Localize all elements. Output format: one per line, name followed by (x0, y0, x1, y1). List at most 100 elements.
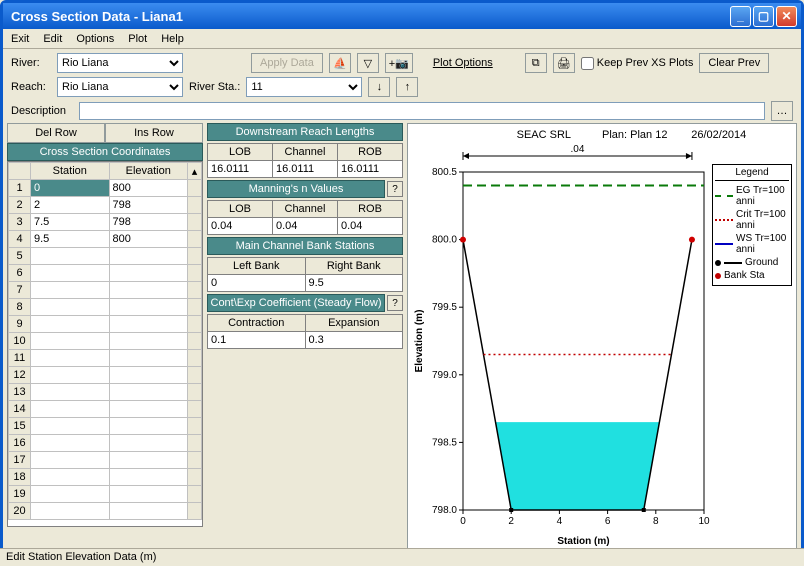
elevation-cell[interactable] (109, 469, 188, 486)
svg-text:6: 6 (605, 516, 611, 527)
elevation-cell[interactable]: 798 (109, 197, 188, 214)
arrow-down-button[interactable]: ↓ (368, 77, 390, 97)
station-cell[interactable] (31, 486, 110, 503)
station-cell[interactable]: 9.5 (31, 231, 110, 248)
svg-text:Station (m): Station (m) (557, 536, 609, 547)
svg-text:8: 8 (653, 516, 659, 527)
station-cell[interactable] (31, 367, 110, 384)
elevation-cell[interactable] (109, 418, 188, 435)
row-number: 3 (9, 214, 31, 231)
station-cell[interactable]: 0 (31, 180, 110, 197)
station-cell[interactable] (31, 316, 110, 333)
station-cell[interactable]: 2 (31, 197, 110, 214)
row-number: 13 (9, 384, 31, 401)
svg-text:Plan: Plan 12: Plan: Plan 12 (602, 129, 667, 141)
manning-help-icon[interactable]: ? (387, 181, 403, 197)
close-button[interactable]: ✕ (776, 6, 797, 27)
plot-options-link[interactable]: Plot Options (433, 57, 493, 69)
svg-text:10: 10 (698, 516, 710, 527)
ins-row-button[interactable]: Ins Row (105, 123, 203, 143)
row-number: 7 (9, 282, 31, 299)
clear-prev-button[interactable]: Clear Prev (699, 53, 769, 73)
coeff-help-icon[interactable]: ? (387, 295, 403, 311)
station-cell[interactable] (31, 469, 110, 486)
river-sta-label: River Sta.: (189, 81, 240, 93)
downstream-head: Downstream Reach Lengths (207, 123, 403, 141)
downstream-table[interactable]: LOB Channel ROB 16.0111 16.0111 16.0111 (207, 143, 403, 178)
elevation-cell[interactable] (109, 299, 188, 316)
left-column: Del Row Ins Row Cross Section Coordinate… (7, 123, 203, 551)
middle-column: Downstream Reach Lengths LOB Channel ROB… (207, 123, 403, 551)
manning-table[interactable]: LOB Channel ROB 0.04 0.04 0.04 (207, 200, 403, 235)
station-cell[interactable] (31, 333, 110, 350)
elevation-cell[interactable] (109, 316, 188, 333)
coeff-table[interactable]: Contraction Expansion 0.1 0.3 (207, 314, 403, 349)
row-number: 5 (9, 248, 31, 265)
menu-plot[interactable]: Plot (128, 33, 147, 45)
station-cell[interactable] (31, 299, 110, 316)
maximize-button[interactable]: ▢ (753, 6, 774, 27)
reach-combo[interactable]: Rio Liana (57, 77, 183, 97)
menu-options[interactable]: Options (76, 33, 114, 45)
elevation-cell[interactable] (109, 486, 188, 503)
bank-table[interactable]: Left Bank Right Bank 0 9.5 (207, 257, 403, 292)
legend: Legend EG Tr=100 anniCrit Tr=100 anniWS … (712, 164, 792, 286)
row-number: 19 (9, 486, 31, 503)
svg-text:2: 2 (508, 516, 514, 527)
elevation-cell[interactable]: 800 (109, 180, 188, 197)
legend-item: Bank Sta (715, 270, 789, 281)
description-input[interactable] (79, 102, 765, 120)
boat-icon[interactable]: ⛵ (329, 53, 351, 73)
river-combo[interactable]: Rio Liana (57, 53, 183, 73)
menu-exit[interactable]: Exit (11, 33, 29, 45)
keep-prev-check[interactable] (581, 57, 594, 70)
elevation-cell[interactable]: 798 (109, 214, 188, 231)
elevation-cell[interactable] (109, 384, 188, 401)
down-icon[interactable]: ▽ (357, 53, 379, 73)
coord-section-head: Cross Section Coordinates (7, 143, 203, 161)
elevation-cell[interactable] (109, 503, 188, 520)
station-cell[interactable] (31, 265, 110, 282)
row-number: 17 (9, 452, 31, 469)
apply-data-button[interactable]: Apply Data (251, 53, 323, 73)
minimize-button[interactable]: _ (730, 6, 751, 27)
row-number: 9 (9, 316, 31, 333)
station-cell[interactable] (31, 350, 110, 367)
station-cell[interactable] (31, 435, 110, 452)
row-buttons: Del Row Ins Row (7, 123, 203, 143)
station-cell[interactable] (31, 401, 110, 418)
chart-panel: SEAC SRLPlan: Plan 1226/02/2014798.0798.… (407, 123, 797, 551)
station-cell[interactable]: 7.5 (31, 214, 110, 231)
menu-edit[interactable]: Edit (43, 33, 62, 45)
keep-prev-checkbox[interactable]: Keep Prev XS Plots (581, 57, 694, 70)
station-cell[interactable] (31, 418, 110, 435)
row-number: 1 (9, 180, 31, 197)
station-cell[interactable] (31, 248, 110, 265)
station-cell[interactable] (31, 282, 110, 299)
river-sta-combo[interactable]: 11 (246, 77, 362, 97)
elevation-cell[interactable] (109, 248, 188, 265)
del-row-button[interactable]: Del Row (7, 123, 105, 143)
station-cell[interactable] (31, 503, 110, 520)
elevation-cell[interactable] (109, 282, 188, 299)
station-cell[interactable] (31, 384, 110, 401)
menu-help[interactable]: Help (161, 33, 184, 45)
elevation-cell[interactable] (109, 367, 188, 384)
station-cell[interactable] (31, 452, 110, 469)
elevation-cell[interactable] (109, 265, 188, 282)
arrow-up-button[interactable]: ↑ (396, 77, 418, 97)
control-row-2: Reach: Rio Liana River Sta.: 11 ↓ ↑ (3, 75, 801, 99)
elevation-cell[interactable]: 800 (109, 231, 188, 248)
elevation-cell[interactable] (109, 350, 188, 367)
titlebar: Cross Section Data - Liana1 _ ▢ ✕ (3, 3, 801, 29)
elevation-cell[interactable] (109, 333, 188, 350)
print-icon[interactable]: 🖨 (553, 53, 575, 73)
plus-camera-icon[interactable]: +📷 (385, 53, 413, 73)
copy-icon[interactable]: ⧉ (525, 53, 547, 73)
elevation-cell[interactable] (109, 452, 188, 469)
row-number: 12 (9, 367, 31, 384)
description-more-icon[interactable]: … (771, 101, 793, 121)
coord-table[interactable]: Station Elevation ▴ 108002279837.579849.… (8, 162, 202, 520)
elevation-cell[interactable] (109, 401, 188, 418)
elevation-cell[interactable] (109, 435, 188, 452)
